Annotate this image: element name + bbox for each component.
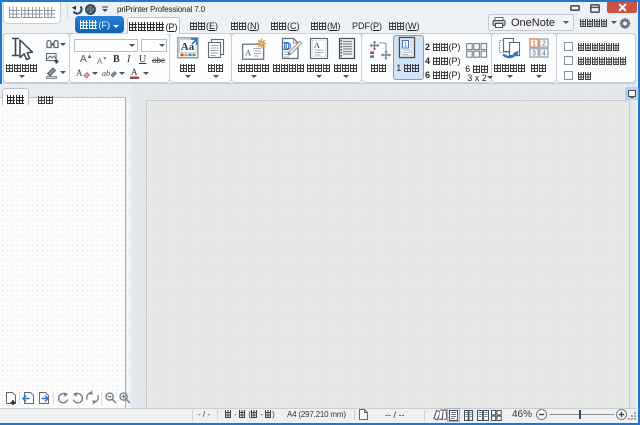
svg-text:1: 1 bbox=[404, 41, 408, 48]
svg-text:A: A bbox=[245, 48, 252, 58]
svg-text:1: 1 bbox=[532, 41, 536, 48]
svg-text:3: 3 bbox=[532, 50, 536, 57]
svg-text:ab: ab bbox=[102, 69, 110, 78]
svg-text:A: A bbox=[131, 67, 138, 77]
svg-text:A: A bbox=[314, 41, 320, 50]
svg-text:2: 2 bbox=[542, 41, 546, 48]
svg-text:A: A bbox=[76, 68, 83, 78]
svg-text:4: 4 bbox=[542, 50, 546, 57]
